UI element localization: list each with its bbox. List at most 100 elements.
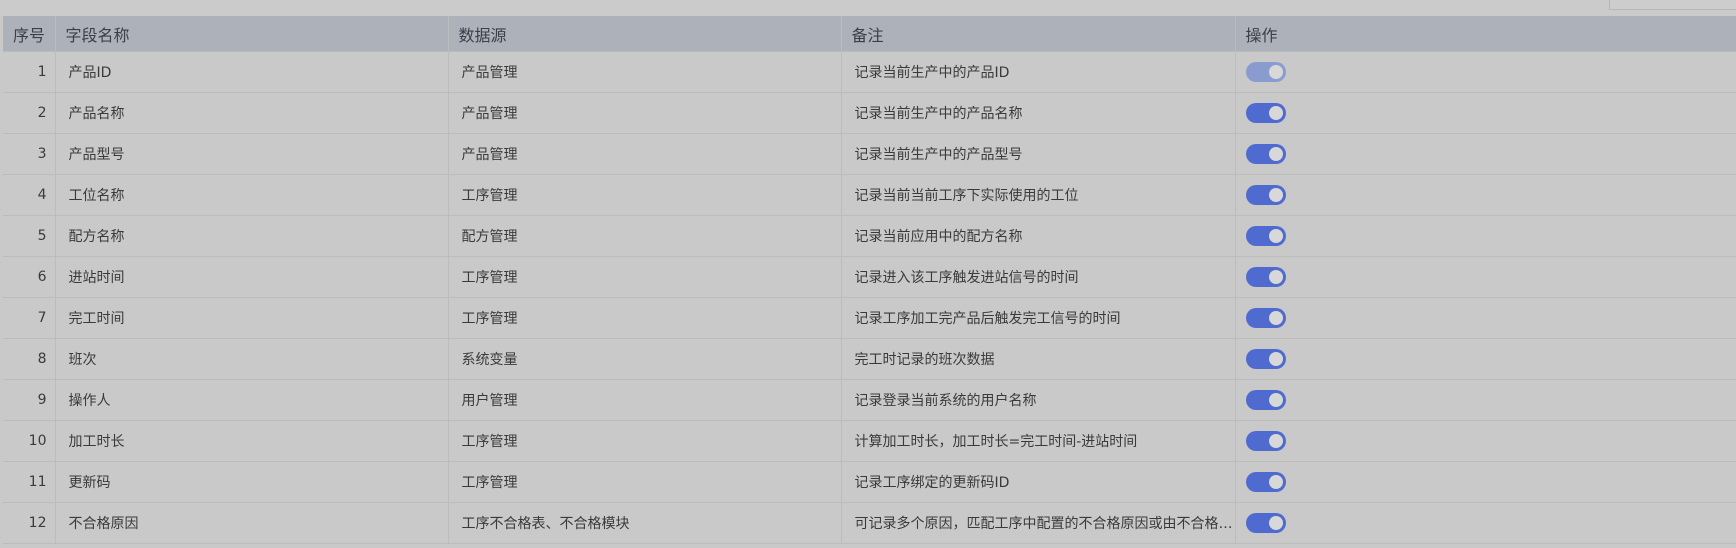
cell-action bbox=[1235, 133, 1736, 175]
table-row: 5 配方名称 配方管理 记录当前应用中的配方名称 bbox=[3, 215, 1736, 257]
cell-data-source: 系统变量 bbox=[448, 338, 842, 380]
toggle-knob-icon bbox=[1268, 106, 1283, 120]
cell-field-name: 工位名称 bbox=[55, 174, 449, 216]
cell-data-source: 产品管理 bbox=[448, 51, 842, 93]
cell-field-name: 不合格原因 bbox=[55, 502, 449, 544]
cell-index: 6 bbox=[3, 256, 56, 298]
cell-remark: 可记录多个原因，匹配工序中配置的不合格原因或由不合格品管理... bbox=[841, 502, 1236, 544]
cell-data-source: 用户管理 bbox=[448, 379, 842, 421]
cell-remark: 记录当前当前工序下实际使用的工位 bbox=[841, 174, 1236, 216]
table-row: 10 加工时长 工序管理 计算加工时长，加工时长=完工时间-进站时间 bbox=[3, 420, 1736, 462]
cell-index: 3 bbox=[3, 133, 56, 175]
cell-field-name: 配方名称 bbox=[55, 215, 449, 257]
cell-index: 9 bbox=[3, 379, 56, 421]
cell-action bbox=[1235, 461, 1736, 503]
cell-index: 7 bbox=[3, 297, 56, 339]
toggle-knob-icon bbox=[1268, 475, 1283, 489]
cell-index: 8 bbox=[3, 338, 56, 380]
enable-toggle-switch[interactable] bbox=[1245, 431, 1286, 451]
cell-index: 5 bbox=[3, 215, 56, 257]
cell-action bbox=[1235, 338, 1736, 380]
toggle-knob-icon bbox=[1268, 188, 1283, 202]
cell-remark: 完工时记录的班次数据 bbox=[841, 338, 1236, 380]
fields-table: 序号 字段名称 数据源 备注 操作 1 产品ID 产品管理 记录当前生产中的产品ID 2… bbox=[3, 16, 1736, 544]
table-row: 6 进站时间 工序管理 记录进入该工序触发进站信号的时间 bbox=[3, 256, 1736, 298]
table-row: 12 不合格原因 工序不合格表、不合格模块 可记录多个原因，匹配工序中配置的不合格原因… bbox=[3, 502, 1736, 544]
cell-action bbox=[1235, 420, 1736, 462]
cell-action bbox=[1235, 256, 1736, 298]
table-row: 7 完工时间 工序管理 记录工序加工完产品后触发完工信号的时间 bbox=[3, 297, 1736, 339]
header-action: 操作 bbox=[1235, 16, 1736, 52]
toggle-knob-icon bbox=[1268, 147, 1283, 161]
cell-field-name: 产品ID bbox=[55, 51, 449, 93]
cell-field-name: 产品型号 bbox=[55, 133, 449, 175]
toggle-knob-icon bbox=[1268, 516, 1283, 530]
cell-remark: 记录当前生产中的产品ID bbox=[841, 51, 1236, 93]
table-row: 1 产品ID 产品管理 记录当前生产中的产品ID bbox=[3, 51, 1736, 93]
cell-field-name: 产品名称 bbox=[55, 92, 449, 134]
cell-action bbox=[1235, 92, 1736, 134]
table-row: 2 产品名称 产品管理 记录当前生产中的产品名称 bbox=[3, 92, 1736, 134]
cell-field-name: 加工时长 bbox=[55, 420, 449, 462]
table-row: 3 产品型号 产品管理 记录当前生产中的产品型号 bbox=[3, 133, 1736, 175]
enable-toggle-switch[interactable] bbox=[1245, 308, 1286, 328]
cell-action bbox=[1235, 174, 1736, 216]
cell-index: 2 bbox=[3, 92, 56, 134]
header-remark: 备注 bbox=[841, 16, 1236, 52]
cell-data-source: 工序不合格表、不合格模块 bbox=[448, 502, 842, 544]
header-field-name: 字段名称 bbox=[55, 16, 449, 52]
header-index: 序号 bbox=[3, 16, 56, 52]
screen: 序号 字段名称 数据源 备注 操作 1 产品ID 产品管理 记录当前生产中的产品ID 2… bbox=[0, 0, 1736, 548]
cell-remark: 计算加工时长，加工时长=完工时间-进站时间 bbox=[841, 420, 1236, 462]
toggle-knob-icon bbox=[1268, 270, 1283, 284]
table-row: 4 工位名称 工序管理 记录当前当前工序下实际使用的工位 bbox=[3, 174, 1736, 216]
cell-remark: 记录工序绑定的更新码ID bbox=[841, 461, 1236, 503]
table-row: 8 班次 系统变量 完工时记录的班次数据 bbox=[3, 338, 1736, 380]
table-body: 1 产品ID 产品管理 记录当前生产中的产品ID 2 产品名称 产品管理 记录当前生产中的产品… bbox=[3, 51, 1736, 544]
enable-toggle-switch[interactable] bbox=[1245, 349, 1286, 369]
cell-data-source: 工序管理 bbox=[448, 174, 842, 216]
toggle-knob-icon bbox=[1268, 65, 1283, 79]
cell-field-name: 完工时间 bbox=[55, 297, 449, 339]
cell-data-source: 产品管理 bbox=[448, 133, 842, 175]
enable-toggle-switch[interactable] bbox=[1245, 472, 1286, 492]
top-right-control[interactable] bbox=[1609, 0, 1736, 10]
enable-toggle-switch[interactable] bbox=[1245, 390, 1286, 410]
enable-toggle-switch[interactable] bbox=[1245, 62, 1286, 82]
enable-toggle-switch[interactable] bbox=[1245, 513, 1286, 533]
cell-index: 11 bbox=[3, 461, 56, 503]
cell-action bbox=[1235, 502, 1736, 544]
cell-index: 10 bbox=[3, 420, 56, 462]
cell-remark: 记录登录当前系统的用户名称 bbox=[841, 379, 1236, 421]
cell-field-name: 进站时间 bbox=[55, 256, 449, 298]
cell-data-source: 工序管理 bbox=[448, 461, 842, 503]
cell-remark: 记录工序加工完产品后触发完工信号的时间 bbox=[841, 297, 1236, 339]
table-row: 11 更新码 工序管理 记录工序绑定的更新码ID bbox=[3, 461, 1736, 503]
cell-remark: 记录当前生产中的产品型号 bbox=[841, 133, 1236, 175]
cell-index: 12 bbox=[3, 502, 56, 544]
cell-remark: 记录当前应用中的配方名称 bbox=[841, 215, 1236, 257]
toggle-knob-icon bbox=[1268, 229, 1283, 243]
cell-data-source: 工序管理 bbox=[448, 256, 842, 298]
enable-toggle-switch[interactable] bbox=[1245, 144, 1286, 164]
cell-action bbox=[1235, 379, 1736, 421]
enable-toggle-switch[interactable] bbox=[1245, 103, 1286, 123]
cell-field-name: 操作人 bbox=[55, 379, 449, 421]
header-data-source: 数据源 bbox=[448, 16, 842, 52]
table-header-row: 序号 字段名称 数据源 备注 操作 bbox=[3, 16, 1736, 52]
cell-action bbox=[1235, 297, 1736, 339]
toggle-knob-icon bbox=[1268, 311, 1283, 325]
cell-data-source: 工序管理 bbox=[448, 297, 842, 339]
cell-index: 4 bbox=[3, 174, 56, 216]
enable-toggle-switch[interactable] bbox=[1245, 267, 1286, 287]
cell-data-source: 配方管理 bbox=[448, 215, 842, 257]
enable-toggle-switch[interactable] bbox=[1245, 185, 1286, 205]
cell-index: 1 bbox=[3, 51, 56, 93]
cell-action bbox=[1235, 51, 1736, 93]
toggle-knob-icon bbox=[1268, 434, 1283, 448]
cell-field-name: 班次 bbox=[55, 338, 449, 380]
toggle-knob-icon bbox=[1268, 393, 1283, 407]
toggle-knob-icon bbox=[1268, 352, 1283, 366]
top-strip bbox=[0, 0, 1736, 16]
enable-toggle-switch[interactable] bbox=[1245, 226, 1286, 246]
